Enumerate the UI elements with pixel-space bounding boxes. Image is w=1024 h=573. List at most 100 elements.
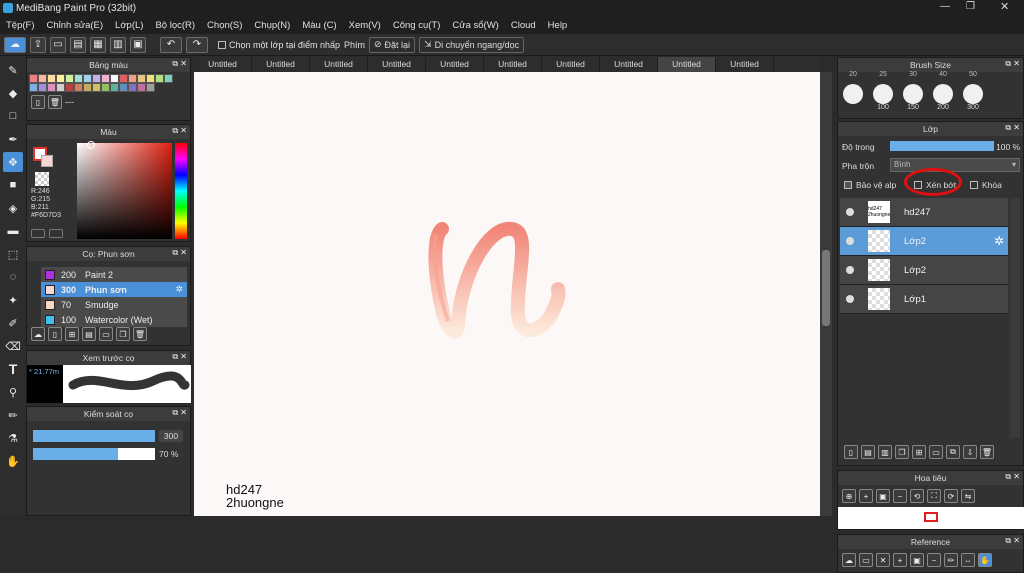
- doc-icon[interactable]: ▤: [70, 36, 86, 53]
- menu-item[interactable]: Lớp(L): [109, 20, 149, 31]
- reference-close-icon[interactable]: ⧉ ✕: [1005, 536, 1020, 546]
- layer-row[interactable]: Lớp2: [840, 256, 1008, 285]
- preview-panel-close-icon[interactable]: ⧉ ✕: [172, 352, 187, 362]
- grid-icon[interactable]: ▥: [110, 36, 126, 53]
- actual-size-icon[interactable]: ▣: [876, 489, 890, 503]
- canvas[interactable]: hd247 2huongne: [194, 72, 820, 516]
- document-tab[interactable]: Untitled: [310, 57, 368, 72]
- color-tool-btn-2[interactable]: [49, 229, 63, 238]
- brush-list-item[interactable]: 300 Phun sơn ✲: [41, 282, 187, 297]
- layer-panel-close-icon[interactable]: ⧉ ✕: [1005, 123, 1020, 133]
- layer-new-icon[interactable]: ▯: [844, 445, 858, 459]
- redo-icon[interactable]: ↷: [186, 36, 208, 53]
- scrollbar-thumb[interactable]: [822, 250, 830, 326]
- palette-swatch[interactable]: [83, 74, 92, 83]
- select-eraser-tool-icon[interactable]: ⌫: [3, 336, 23, 356]
- layer-duplicate-icon[interactable]: ⧉: [946, 445, 960, 459]
- layer-merge-icon[interactable]: ⇩: [963, 445, 977, 459]
- select-rect-tool-icon[interactable]: ⬚: [3, 244, 23, 264]
- eraser-tool-icon[interactable]: ◆: [3, 83, 23, 103]
- reference-hand-icon[interactable]: ✋: [978, 553, 992, 567]
- menu-item[interactable]: Chụp(N): [248, 20, 296, 31]
- menu-item[interactable]: Chọn(S): [201, 20, 248, 31]
- palette-swatch[interactable]: [101, 74, 110, 83]
- layer-row[interactable]: Lớp2 ✲: [840, 227, 1008, 256]
- brush-size-preset[interactable]: 150: [898, 80, 928, 111]
- palette-swatch[interactable]: [128, 83, 137, 92]
- select-layer-option[interactable]: Chọn một lớp tại điểm nhấp: [218, 40, 340, 50]
- reference-pan-icon[interactable]: ⇔: [961, 553, 975, 567]
- palette-swatch[interactable]: [47, 74, 56, 83]
- palette-swatch[interactable]: [74, 74, 83, 83]
- size-slider[interactable]: [33, 430, 155, 442]
- transparent-swatch[interactable]: [35, 172, 49, 186]
- layer-opacity-slider[interactable]: [890, 141, 994, 151]
- brush-size-close-icon[interactable]: ⧉ ✕: [1005, 59, 1020, 69]
- document-tab[interactable]: Untitled: [542, 57, 600, 72]
- menu-item[interactable]: Help: [542, 20, 574, 31]
- restore-icon[interactable]: ❐: [966, 1, 975, 12]
- color-picker-cursor[interactable]: [87, 141, 95, 149]
- text-tool-icon[interactable]: T: [3, 359, 23, 379]
- palette-swatch[interactable]: [155, 74, 164, 83]
- rotate-left-icon[interactable]: ⟲: [910, 489, 924, 503]
- document-tab[interactable]: Untitled: [194, 57, 252, 72]
- brush-delete-icon[interactable]: 🗑: [133, 327, 147, 341]
- brush-copy-icon[interactable]: ▤: [82, 327, 96, 341]
- opacity-slider[interactable]: [33, 448, 155, 460]
- protect-alpha-option[interactable]: Bảo vệ alp: [844, 180, 896, 190]
- menu-item[interactable]: Xem(V): [343, 20, 387, 31]
- palette-swatch[interactable]: [146, 83, 155, 92]
- rotate-right-icon[interactable]: ⟳: [944, 489, 958, 503]
- move-tool-icon[interactable]: ✥: [3, 152, 23, 172]
- brush-new-icon[interactable]: ▯: [48, 327, 62, 341]
- brush-size-preset[interactable]: 100: [868, 80, 898, 111]
- brush-list-item[interactable]: 70 Smudge: [41, 297, 187, 312]
- hand-tool-icon[interactable]: ✋: [3, 451, 23, 471]
- layer-scrollbar[interactable]: [1010, 198, 1020, 438]
- palette-swatch[interactable]: [29, 83, 38, 92]
- color-tool-btn-1[interactable]: [31, 229, 45, 238]
- menu-item[interactable]: Cửa sổ(W): [446, 20, 504, 31]
- dropper-tool-icon[interactable]: ✏: [3, 405, 23, 425]
- palette-swatch[interactable]: [119, 83, 128, 92]
- brush-cloud-icon[interactable]: ☁: [31, 327, 45, 341]
- menu-item[interactable]: Chỉnh sửa(E): [41, 20, 110, 31]
- palette-swatch[interactable]: [137, 83, 146, 92]
- layer-new-halftone-icon[interactable]: ▤: [861, 445, 875, 459]
- eye-icon[interactable]: [846, 208, 854, 216]
- palette-swatch[interactable]: [29, 74, 38, 83]
- reference-zoom-out-icon[interactable]: −: [927, 553, 941, 567]
- palette-swatch[interactable]: [92, 83, 101, 92]
- blend-select[interactable]: Bình ▾: [890, 158, 1020, 172]
- saturation-value-picker[interactable]: [77, 143, 172, 239]
- palette-swatch[interactable]: [83, 83, 92, 92]
- pen-tool-icon[interactable]: ✒: [3, 129, 23, 149]
- palette-panel-close-icon[interactable]: ⧉ ✕: [172, 59, 187, 69]
- divide-tool-icon[interactable]: ⚲: [3, 382, 23, 402]
- comment-icon[interactable]: ▭: [50, 36, 66, 53]
- layer-folder-icon[interactable]: ▭: [929, 445, 943, 459]
- reference-cloud-icon[interactable]: ☁: [842, 553, 856, 567]
- palette-swatch[interactable]: [110, 83, 119, 92]
- layer-row[interactable]: Lớp1: [840, 285, 1008, 314]
- gradient-tool-icon[interactable]: ▬: [3, 221, 23, 241]
- palette-swatch[interactable]: [101, 83, 110, 92]
- menu-item[interactable]: Tệp(F): [0, 20, 41, 31]
- eyedropper-tool-icon[interactable]: ⚗: [3, 428, 23, 448]
- eye-icon[interactable]: [846, 237, 854, 245]
- menu-item[interactable]: Công cụ(T): [387, 20, 447, 31]
- zoom-fit-icon[interactable]: ⊕: [842, 489, 856, 503]
- palette-swatch[interactable]: [74, 83, 83, 92]
- brush-panel-close-icon[interactable]: ⧉ ✕: [172, 248, 187, 258]
- brush-add-icon[interactable]: ⊞: [65, 327, 79, 341]
- palette-swatch[interactable]: [110, 74, 119, 83]
- snap-icon[interactable]: ▣: [130, 36, 146, 53]
- select-layer-checkbox[interactable]: [218, 40, 226, 49]
- layer-copy-icon[interactable]: ❐: [895, 445, 909, 459]
- palette-swatch[interactable]: [56, 83, 65, 92]
- palette-new-icon[interactable]: ▯: [31, 95, 45, 109]
- palette-swatch[interactable]: [128, 74, 137, 83]
- page-icon[interactable]: ▦: [90, 36, 106, 53]
- lasso-tool-icon[interactable]: ◌: [3, 267, 23, 287]
